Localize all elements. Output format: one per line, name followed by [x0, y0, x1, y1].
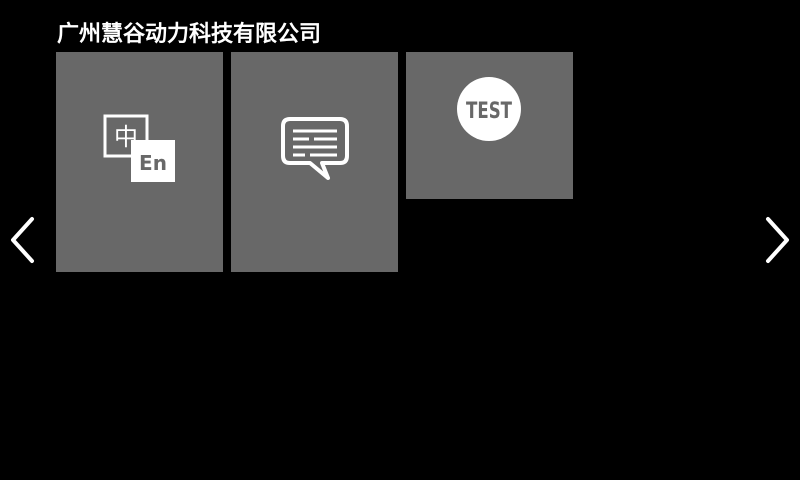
tile-messages[interactable] [231, 52, 398, 272]
chevron-left-icon[interactable] [8, 214, 38, 266]
message-bubble-icon [281, 117, 349, 180]
test-badge-label: TEST [466, 99, 512, 124]
tile-language-switch[interactable]: 中 En [56, 52, 223, 272]
glyph-en: En [139, 151, 167, 175]
test-badge-icon: TEST [457, 77, 521, 141]
page-title: 广州慧谷动力科技有限公司 [57, 22, 322, 47]
chevron-right-icon[interactable] [762, 214, 792, 266]
tile-test[interactable]: TEST [406, 52, 573, 199]
chinese-english-translate-icon: 中 En [103, 114, 175, 182]
